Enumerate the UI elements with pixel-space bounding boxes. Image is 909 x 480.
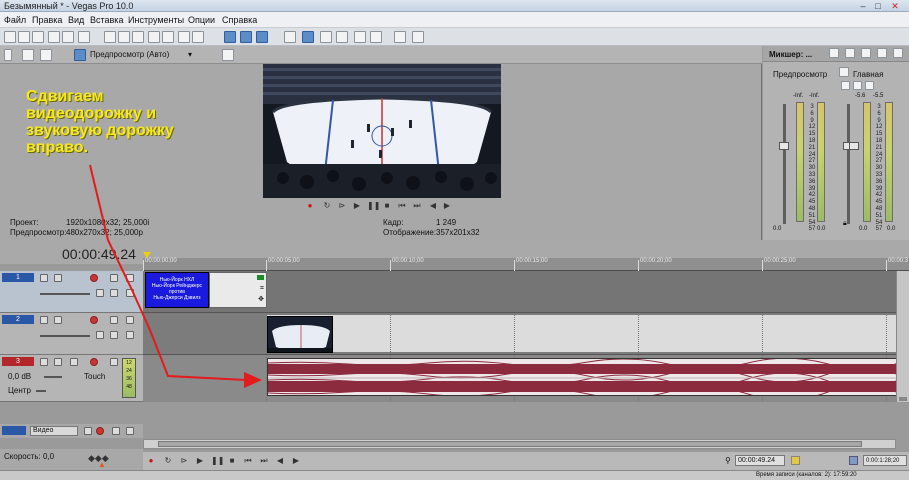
next-frame-icon[interactable]: ▶	[291, 456, 301, 466]
bus-automation-icon[interactable]	[96, 427, 104, 435]
video-bus-row: Видео	[0, 424, 143, 438]
record-time-status: Время записи (каналов: 2): 17:59:20	[756, 472, 857, 478]
timeline-horizontal-scrollbar[interactable]	[143, 439, 896, 449]
bus-fx-icon[interactable]	[84, 427, 92, 435]
cursor-icon: ⚲	[725, 456, 731, 465]
go-to-start-icon[interactable]: ⏮	[243, 456, 253, 466]
pause-icon[interactable]: ❚❚	[211, 456, 224, 466]
scroll-thumb[interactable]	[158, 441, 862, 447]
selection-length-field[interactable]: 0:00:1:28;20	[863, 455, 907, 466]
annotation-arrow	[89, 164, 262, 388]
bus-mute-icon[interactable]	[112, 427, 120, 435]
video-bus-label[interactable]: Видео	[30, 426, 78, 436]
play-icon[interactable]: ▶	[195, 456, 205, 466]
stop-icon[interactable]: ■	[227, 456, 237, 466]
status-bar: Время записи (каналов: 2): 17:59:20	[0, 470, 909, 480]
cursor-position-field[interactable]: 00:00:49.24	[735, 455, 785, 466]
speed-label: Скорость: 0,0	[4, 452, 55, 461]
loop-icon[interactable]: ↻	[163, 456, 173, 466]
bus-number-icon	[2, 426, 26, 435]
vegas-window: Безымянный * - Vegas Pro 10.0 – □ ✕ Файл…	[0, 0, 909, 480]
vscroll-thumb[interactable]	[899, 397, 907, 401]
record-icon[interactable]: ●	[146, 456, 156, 466]
go-to-end-icon[interactable]: ⏭	[259, 456, 269, 466]
previous-frame-icon[interactable]: ◀	[275, 456, 285, 466]
timeline-vertical-scrollbar[interactable]	[896, 271, 909, 402]
play-from-start-icon[interactable]: ⊳	[179, 456, 189, 466]
selection-end-icon[interactable]	[849, 456, 858, 465]
bus-solo-icon[interactable]	[126, 427, 134, 435]
timeline-transport: ● ↻ ⊳ ▶ ❚❚ ■ ⏮ ⏭ ◀ ▶ ⚲ 00:00:49.24 0:00:…	[143, 452, 909, 470]
rate-row: Скорость: 0,0 ◆◆◆ ▲	[0, 449, 143, 470]
region-icon[interactable]	[791, 456, 800, 465]
speed-marker-icon[interactable]: ▲	[98, 460, 106, 469]
